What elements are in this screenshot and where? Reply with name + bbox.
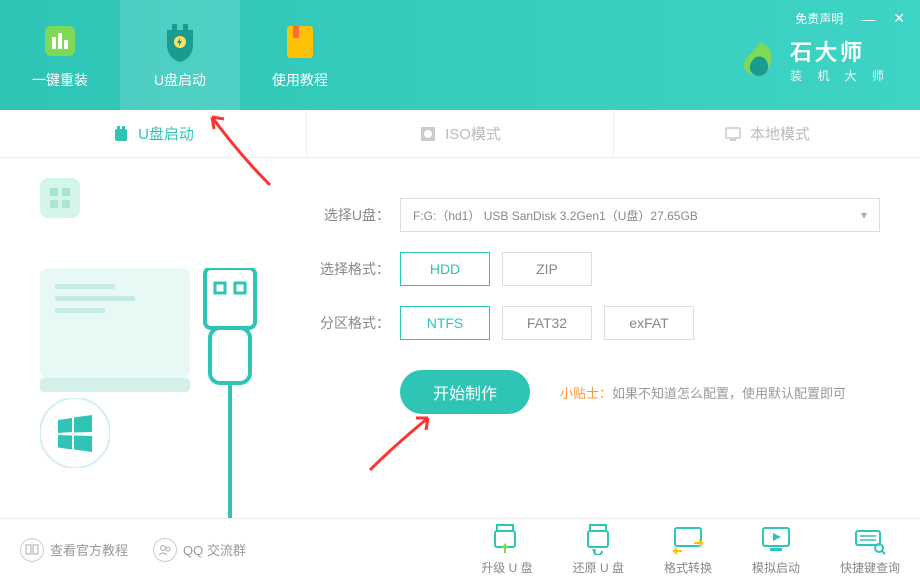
window-controls: 免责声明 — ✕ [795, 10, 905, 27]
simulate-icon [760, 523, 792, 555]
reinstall-icon [39, 20, 81, 62]
iso-icon [419, 125, 437, 143]
usb-select-row: 选择U盘： F:G:（hd1） USB SanDisk 3.2Gen1（U盘）2… [310, 198, 890, 232]
mode-tabs: U盘启动 ISO模式 本地模式 [0, 110, 920, 158]
format-row: 选择格式： HDD ZIP [310, 252, 890, 286]
illustration-panel [0, 158, 300, 518]
windows-deco-icon [40, 178, 80, 218]
brand-title: 石大师 [790, 35, 890, 67]
people-icon [153, 538, 177, 562]
tool-simulate-boot[interactable]: 模拟启动 [752, 523, 800, 576]
monitor-icon [724, 125, 742, 143]
tool-upgrade-usb[interactable]: 升级 U 盘 [481, 523, 532, 576]
windows-logo-icon [40, 398, 110, 468]
tab-usb-boot[interactable]: U盘启动 [0, 110, 306, 157]
config-panel: 选择U盘： F:G:（hd1） USB SanDisk 3.2Gen1（U盘）2… [300, 158, 920, 518]
main-nav: 一键重装 U盘启动 使用教程 [0, 0, 360, 110]
keyboard-search-icon [854, 523, 886, 555]
app-header: 免责声明 — ✕ 一键重装 U盘启动 使用教程 石大师 [0, 0, 920, 110]
action-row: 开始制作 小贴士：如果不知道怎么配置，使用默认配置即可 [400, 370, 890, 414]
brand: 石大师 装 机 大 师 [738, 35, 890, 84]
convert-icon [672, 523, 704, 555]
restore-usb-icon [582, 523, 614, 555]
nav-label: 使用教程 [272, 70, 328, 90]
format-option-hdd[interactable]: HDD [400, 252, 490, 286]
tool-format-convert[interactable]: 格式转换 [664, 523, 712, 576]
usb-shield-icon [159, 20, 201, 62]
tab-iso-mode[interactable]: ISO模式 [306, 110, 613, 157]
usb-icon [112, 125, 130, 143]
brand-logo-icon [738, 39, 780, 81]
nav-usb-boot[interactable]: U盘启动 [120, 0, 240, 110]
disclaimer-link[interactable]: 免责声明 [795, 10, 843, 27]
tip-text: 小贴士：如果不知道怎么配置，使用默认配置即可 [560, 383, 846, 402]
usb-select-label: 选择U盘： [310, 205, 390, 225]
tab-local-mode[interactable]: 本地模式 [613, 110, 920, 157]
partition-option-ntfs[interactable]: NTFS [400, 306, 490, 340]
nav-reinstall[interactable]: 一键重装 [0, 0, 120, 110]
chevron-down-icon: ▾ [861, 208, 867, 222]
upgrade-usb-icon [491, 523, 523, 555]
usb-cable-icon [180, 268, 270, 518]
tutorial-link[interactable]: 查看官方教程 [20, 538, 128, 562]
start-button[interactable]: 开始制作 [400, 370, 530, 414]
partition-row: 分区格式： NTFS FAT32 exFAT [310, 306, 890, 340]
footer: 查看官方教程 QQ 交流群 升级 U 盘 还原 U 盘 格式转换 模拟启动 快捷… [0, 518, 920, 580]
qq-group-link[interactable]: QQ 交流群 [153, 538, 246, 562]
tool-restore-usb[interactable]: 还原 U 盘 [573, 523, 624, 576]
close-button[interactable]: ✕ [893, 10, 905, 27]
format-label: 选择格式： [310, 259, 390, 279]
nav-tutorial[interactable]: 使用教程 [240, 0, 360, 110]
partition-label: 分区格式： [310, 313, 390, 333]
nav-label: 一键重装 [32, 70, 88, 90]
usb-select-dropdown[interactable]: F:G:（hd1） USB SanDisk 3.2Gen1（U盘）27.65GB… [400, 198, 880, 232]
tool-hotkey-lookup[interactable]: 快捷键查询 [840, 523, 900, 576]
nav-label: U盘启动 [154, 70, 206, 90]
book-icon [279, 20, 321, 62]
partition-option-fat32[interactable]: FAT32 [502, 306, 592, 340]
format-option-zip[interactable]: ZIP [502, 252, 592, 286]
partition-option-exfat[interactable]: exFAT [604, 306, 694, 340]
minimize-button[interactable]: — [861, 11, 875, 27]
book-open-icon [20, 538, 44, 562]
main-content: 选择U盘： F:G:（hd1） USB SanDisk 3.2Gen1（U盘）2… [0, 158, 920, 518]
brand-subtitle: 装 机 大 师 [790, 67, 890, 84]
